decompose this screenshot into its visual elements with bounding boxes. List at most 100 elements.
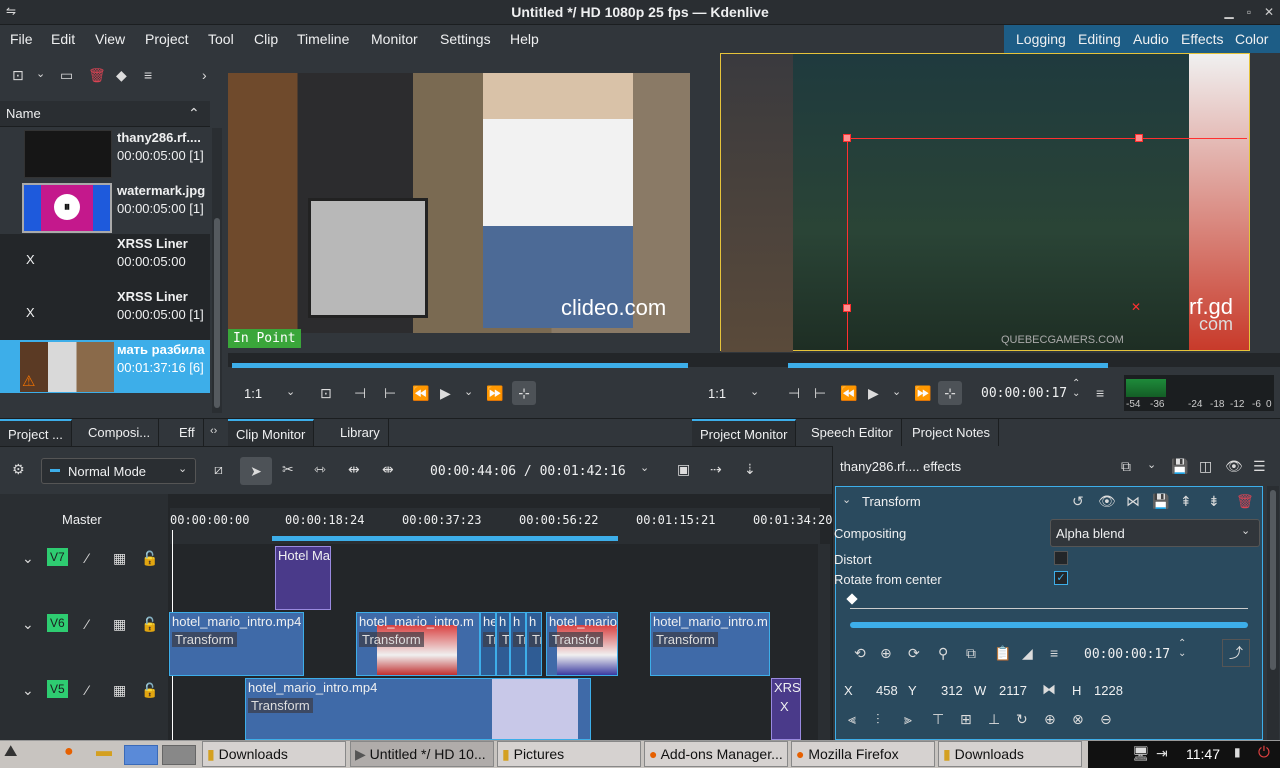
copy-icon[interactable]: ⧉ — [966, 645, 976, 662]
timeline-clip[interactable]: hotel_mario_intro.mp4 Transform — [245, 678, 591, 740]
align-bottom-icon[interactable]: ⊥ — [988, 711, 1000, 728]
menu-monitor[interactable]: Monitor — [371, 31, 418, 47]
ripple-tool-icon[interactable]: ⇹ — [348, 461, 360, 478]
effects-scrollbar[interactable] — [1267, 486, 1279, 740]
power-icon[interactable]: ⏻ — [1258, 744, 1270, 761]
transform-handle[interactable] — [843, 304, 851, 312]
chevron-down-icon[interactable]: ⌄ — [464, 385, 473, 398]
chevron-down-icon[interactable]: ⌄ — [892, 385, 901, 398]
align-right-icon[interactable]: ⫸ — [904, 711, 912, 728]
select-tool-icon[interactable]: ➤ — [240, 457, 272, 485]
forward-icon[interactable]: ⏩ — [914, 385, 931, 402]
list-item[interactable]: X XRSS Liner 00:00:05:00 — [0, 234, 210, 287]
timeline-clip[interactable]: XRSS X — [771, 678, 801, 740]
set-out-icon[interactable]: ⊢ — [384, 385, 396, 402]
tag-icon[interactable]: ◆ — [116, 67, 127, 84]
timeline-clip[interactable]: hotel_mario_intro.m Transfor — [546, 612, 618, 676]
timeline-clip[interactable]: hotel_mario_intro.m Transform — [356, 612, 480, 676]
chevron-down-icon[interactable]: ⌄ — [750, 385, 759, 398]
edit-mode-select[interactable]: ▬ Normal Mode ⌄ — [41, 458, 196, 484]
menu-view[interactable]: View — [95, 31, 125, 47]
paste-icon[interactable]: 📋 — [994, 645, 1011, 662]
chevron-down-icon[interactable]: ⌄ — [286, 385, 295, 398]
interpolation-icon[interactable]: ◢ — [1022, 645, 1033, 662]
transform-handle[interactable] — [843, 134, 851, 142]
timeline-scrollbar[interactable] — [818, 544, 830, 740]
save-icon[interactable]: 💾 — [1171, 458, 1188, 475]
menu-icon[interactable]: ≡ — [1096, 385, 1104, 401]
zone-bar[interactable] — [272, 536, 618, 541]
chevron-down-icon[interactable]: ⌄ — [1147, 458, 1156, 471]
workspace-effects[interactable]: Effects — [1181, 31, 1224, 47]
cut-tool-icon[interactable]: ✂ — [282, 461, 294, 478]
film-icon[interactable]: ▦ — [113, 616, 126, 633]
timeline-settings-icon[interactable]: ⚙ — [12, 461, 25, 478]
master-label[interactable]: Master — [62, 512, 102, 527]
split-view-icon[interactable]: ◫ — [1199, 458, 1212, 475]
rewind-icon[interactable]: ⏪ — [412, 385, 429, 402]
project-timeline-bar[interactable] — [692, 353, 1280, 368]
folder-icon[interactable]: ▭ — [60, 67, 73, 84]
transform-rect[interactable] — [847, 138, 1247, 350]
menu-project[interactable]: Project — [145, 31, 189, 47]
track-label[interactable]: V5 — [47, 680, 68, 698]
x-input[interactable]: 458 — [876, 683, 898, 698]
align-middle-icon[interactable]: ⊞ — [960, 711, 972, 728]
set-in-icon[interactable]: ⊣ — [354, 385, 366, 402]
effects-icon[interactable]: ⁄ — [86, 616, 88, 632]
logout-icon[interactable]: ⇥ — [1156, 745, 1168, 762]
menu-settings[interactable]: Settings — [440, 31, 491, 47]
effects-icon[interactable]: ⁄ — [86, 682, 88, 698]
zoom-out-icon[interactable]: ⊖ — [1100, 711, 1112, 728]
volume-icon[interactable]: ▮ — [1234, 745, 1241, 759]
y-input[interactable]: 312 — [941, 683, 963, 698]
workspace-color[interactable]: Color — [1235, 31, 1268, 47]
clock[interactable]: 11:47 — [1186, 746, 1220, 762]
clip-timeline-bar[interactable] — [228, 353, 692, 368]
razor-icon[interactable]: ⧄ — [214, 461, 223, 478]
insert-icon[interactable]: ⇢ — [710, 461, 722, 478]
menu-edit[interactable]: Edit — [51, 31, 75, 47]
lock-icon[interactable]: 🔓 — [141, 682, 158, 699]
close-icon[interactable]: ✕ — [1262, 5, 1276, 19]
list-item[interactable]: thany286.rf.... 00:00:05:00 [1] — [0, 128, 210, 181]
move-up-icon[interactable]: ⇞ — [1180, 493, 1192, 510]
workspace-logging[interactable]: Logging — [1016, 31, 1066, 47]
tab-project-monitor[interactable]: Project Monitor — [692, 419, 797, 447]
workspace-editing[interactable]: Editing — [1078, 31, 1121, 47]
add-clip-icon[interactable]: ⊡ — [12, 67, 24, 84]
add-keyframe-icon[interactable]: ⊕ — [880, 645, 892, 662]
taskbar-item[interactable]: ▮ Pictures — [497, 741, 641, 767]
minimize-icon[interactable]: ▁ — [1222, 5, 1236, 19]
tab-library[interactable]: Library — [332, 419, 389, 447]
menu-clip[interactable]: Clip — [254, 31, 278, 47]
forward-icon[interactable]: ⏩ — [486, 385, 503, 402]
reset-size-icon[interactable]: ↻ — [1016, 711, 1028, 728]
crop-icon[interactable]: ⊹ — [512, 381, 536, 405]
menu-icon[interactable]: ≡ — [144, 67, 152, 83]
tab-effects[interactable]: Eff — [171, 419, 204, 447]
taskbar-item[interactable]: ▶ Untitled */ HD 10... — [350, 741, 494, 767]
file-manager-icon[interactable]: ▬ — [96, 743, 112, 761]
timeline-clip[interactable]: hotel_mario_intro.mp4 Transform — [169, 612, 304, 676]
taskbar-item[interactable]: ● Mozilla Firefox — [791, 741, 935, 767]
delete-icon[interactable]: 🗑 — [88, 67, 106, 84]
keyframe-ruler[interactable] — [850, 597, 1248, 609]
project-timecode[interactable]: 00:00:00:17 — [981, 386, 1067, 401]
timeline-clip[interactable]: h Tr — [496, 612, 510, 676]
desktop-switch-icon[interactable] — [124, 745, 158, 765]
clip-video-frame[interactable]: clideo.com — [228, 73, 690, 333]
tab-scroll-icon[interactable]: ‹› — [210, 425, 217, 437]
zoom-in-icon[interactable]: ⊕ — [1044, 711, 1056, 728]
taskbar-item[interactable]: ▮ Downloads — [938, 741, 1082, 767]
tab-project-notes[interactable]: Project Notes — [904, 419, 1000, 447]
curve-icon[interactable]: ⤴ — [1222, 639, 1250, 667]
delete-icon[interactable]: 🗑 — [1236, 493, 1254, 510]
menu-tool[interactable]: Tool — [208, 31, 234, 47]
play-icon[interactable]: ▶ — [440, 385, 451, 402]
transform-center-icon[interactable]: ✕ — [1131, 300, 1141, 314]
desktop-switch-icon[interactable] — [162, 745, 196, 765]
link-icon[interactable]: ⧓ — [1042, 681, 1056, 698]
track-label[interactable]: V7 — [47, 548, 68, 566]
spin-icon[interactable]: ⌃ ⌄ — [1072, 379, 1080, 399]
